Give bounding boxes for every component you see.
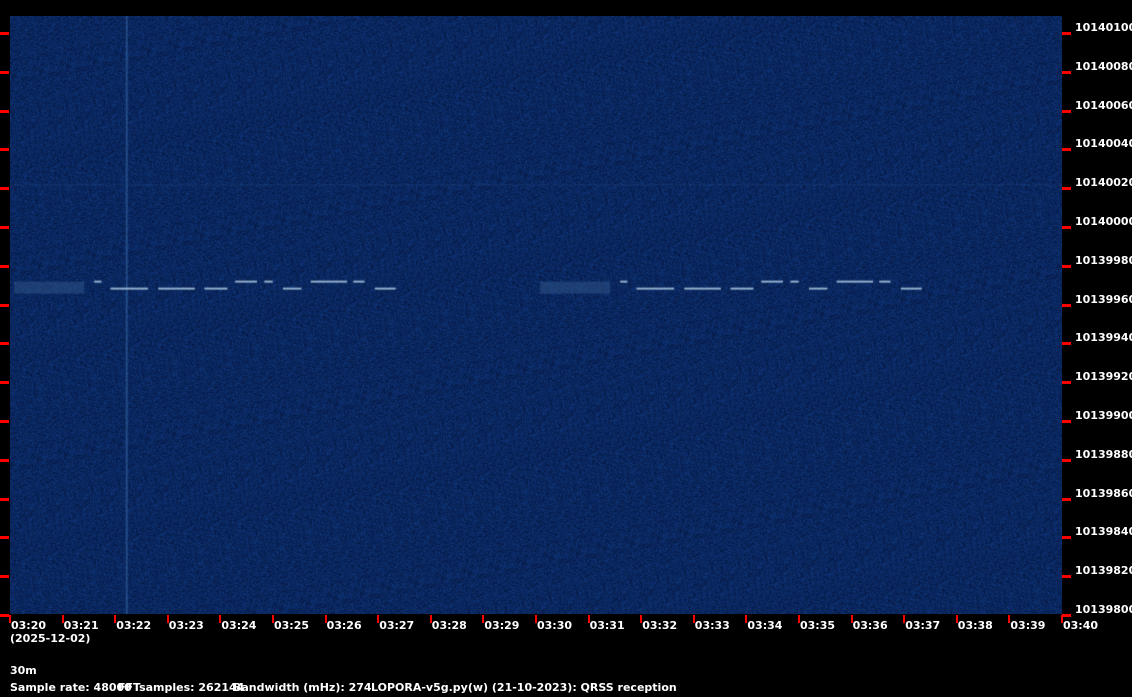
- x-tick-label: 03:33: [694, 619, 730, 632]
- y-tick-right: [1062, 109, 1071, 113]
- y-tick-label: 10139980: [1075, 253, 1132, 267]
- y-tick-right: [1062, 575, 1071, 579]
- y-tick-left: [0, 381, 9, 385]
- x-tick-label: 03:37: [905, 619, 941, 632]
- x-tick-label: 03:23: [168, 619, 204, 632]
- y-tick-left: [0, 614, 9, 617]
- y-tick-right: [1062, 614, 1071, 617]
- y-tick-label: 10139860: [1075, 486, 1132, 500]
- y-tick-right: [1062, 381, 1071, 385]
- y-tick-label: 10139880: [1075, 447, 1132, 461]
- y-tick-label: 10139960: [1075, 292, 1132, 306]
- y-tick-right: [1062, 458, 1071, 462]
- y-tick-right: [1062, 70, 1071, 74]
- y-tick-label: 10139940: [1075, 331, 1132, 345]
- y-tick-right: [1062, 32, 1071, 35]
- y-tick-left: [0, 420, 9, 423]
- x-tick-label: 03:26: [326, 619, 362, 632]
- y-tick-right: [1062, 226, 1071, 229]
- y-tick-label: 10140100: [1075, 21, 1132, 34]
- y-tick-label: 10140040: [1075, 137, 1132, 151]
- y-tick-left: [0, 575, 9, 579]
- y-tick-label: 10140000: [1075, 215, 1132, 228]
- x-tick-label: 03:25: [274, 619, 310, 632]
- y-tick-right: [1062, 536, 1071, 540]
- x-tick-label: 03:34: [747, 619, 783, 632]
- x-tick-label: 03:28: [431, 619, 467, 632]
- y-tick-label: 10140080: [1075, 59, 1132, 73]
- x-tick-label: 03:20: [11, 619, 47, 632]
- x-tick-label: 03:27: [379, 619, 415, 632]
- y-tick-left: [0, 264, 9, 268]
- y-tick-label: 10139820: [1075, 564, 1132, 578]
- y-tick-left: [0, 109, 9, 113]
- x-tick-label: 03:35: [800, 619, 836, 632]
- y-tick-right: [1062, 497, 1071, 501]
- x-tick-label: 03:29: [484, 619, 520, 632]
- x-tick-label: 03:32: [642, 619, 678, 632]
- band-label: 30m: [10, 664, 37, 677]
- y-tick-right: [1062, 148, 1071, 152]
- date-label: (2025-12-02): [10, 632, 91, 645]
- y-tick-right: [1062, 187, 1071, 191]
- y-tick-left: [0, 187, 9, 191]
- y-tick-left: [0, 226, 9, 229]
- x-tick-label: 03:36: [852, 619, 888, 632]
- y-tick-left: [0, 342, 9, 346]
- y-tick-right: [1062, 342, 1071, 346]
- x-tick-label: 03:22: [116, 619, 152, 632]
- y-tick-left: [0, 148, 9, 152]
- y-tick-label: 10140060: [1075, 98, 1132, 112]
- x-tick-label: 03:21: [63, 619, 99, 632]
- program-info: LOPORA-v5g.py(w) (21-10-2023): QRSS rece…: [371, 681, 677, 694]
- y-tick-left: [0, 303, 9, 307]
- y-tick-left: [0, 70, 9, 74]
- y-tick-label: 10139800: [1075, 603, 1132, 616]
- y-tick-label: 10140020: [1075, 176, 1132, 190]
- x-tick-label: 03:38: [957, 619, 993, 632]
- waterfall-spectrogram: [10, 16, 1062, 614]
- y-tick-left: [0, 497, 9, 501]
- y-tick-right: [1062, 303, 1071, 307]
- y-tick-right: [1062, 264, 1071, 268]
- y-tick-label: 10139920: [1075, 370, 1132, 384]
- y-tick-left: [0, 458, 9, 462]
- bandwidth: Bandwidth (mHz): 274: [233, 681, 372, 694]
- y-tick-left: [0, 536, 9, 540]
- x-tick-label: 03:40: [1063, 619, 1099, 632]
- y-tick-left: [0, 32, 9, 35]
- x-tick-label: 03:24: [221, 619, 257, 632]
- x-tick-label: 03:39: [1010, 619, 1046, 632]
- fft-samples: FFTsamples: 262144: [118, 681, 245, 694]
- y-tick-right: [1062, 420, 1071, 423]
- y-tick-label: 10139900: [1075, 409, 1132, 422]
- sample-rate: Sample rate: 48000: [10, 681, 132, 694]
- y-tick-label: 10139840: [1075, 525, 1132, 539]
- x-tick-label: 03:31: [589, 619, 625, 632]
- x-tick-label: 03:30: [537, 619, 573, 632]
